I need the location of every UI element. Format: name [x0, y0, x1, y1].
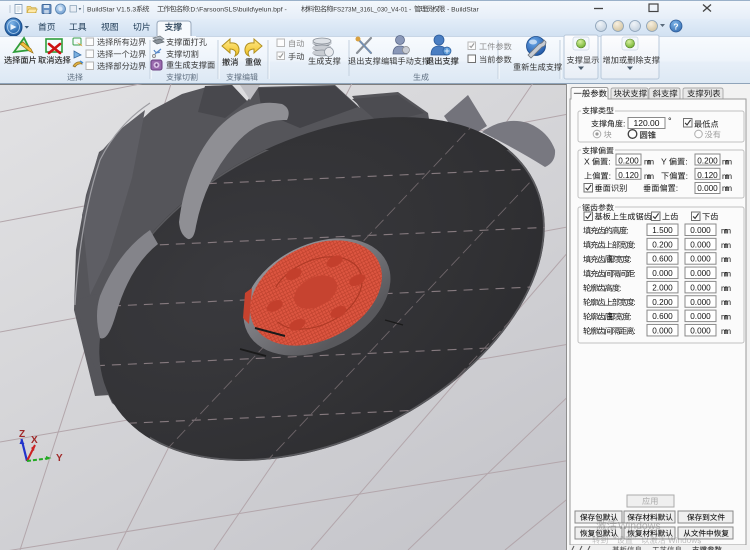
- svg-text:0.600: 0.600: [652, 312, 673, 321]
- svg-text::: :: [676, 183, 678, 193]
- svg-text::FS273M_316L_030_V4-01: :FS273M_316L_030_V4-01: [332, 7, 409, 14]
- svg-text::: :: [609, 171, 611, 181]
- svg-text::: :: [633, 240, 635, 250]
- svg-text:°: °: [668, 116, 672, 126]
- svg-text:0.000: 0.000: [697, 184, 718, 193]
- svg-text:m: m: [724, 270, 731, 279]
- svg-text:0.000: 0.000: [690, 226, 711, 235]
- svg-text:0.000: 0.000: [690, 269, 711, 278]
- svg-text:0.000: 0.000: [690, 283, 711, 292]
- svg-text:0.000: 0.000: [690, 312, 711, 321]
- svg-text:1.500: 1.500: [652, 226, 673, 235]
- svg-text::: :: [685, 157, 687, 167]
- svg-text::: :: [626, 226, 628, 236]
- svg-text:0.120: 0.120: [618, 171, 639, 180]
- svg-text:0.120: 0.120: [697, 171, 718, 180]
- svg-text:m: m: [724, 255, 731, 264]
- svg-text:m: m: [724, 313, 731, 322]
- svg-text:0.000: 0.000: [652, 326, 673, 335]
- svg-text::: :: [623, 119, 625, 129]
- svg-text:120.00: 120.00: [634, 118, 660, 128]
- svg-text:0.000: 0.000: [690, 298, 711, 307]
- svg-text:0.200: 0.200: [618, 157, 639, 166]
- svg-text:0.200: 0.200: [652, 240, 673, 249]
- svg-text:m: m: [725, 184, 732, 193]
- svg-text::: :: [633, 326, 635, 336]
- svg-text:BuildStar V1.5.3: BuildStar V1.5.3: [87, 7, 136, 14]
- svg-text:0.000: 0.000: [690, 326, 711, 335]
- svg-text::D:\FarsoonSLS\build\yelun.bpf: :D:\FarsoonSLS\build\yelun.bpf -: [189, 7, 287, 14]
- svg-text:0.000: 0.000: [690, 240, 711, 249]
- svg-text:m: m: [725, 158, 732, 167]
- svg-text::: :: [686, 171, 688, 181]
- svg-text:m: m: [724, 241, 731, 250]
- svg-text:0.600: 0.600: [652, 255, 673, 264]
- svg-text:2.000: 2.000: [652, 283, 673, 292]
- svg-text:-: -: [409, 7, 411, 14]
- svg-text:m: m: [725, 172, 732, 181]
- svg-text:Z: Z: [19, 429, 25, 440]
- svg-text:m: m: [647, 158, 654, 167]
- svg-text:X: X: [584, 157, 590, 167]
- svg-text:Windows: Windows: [668, 536, 701, 545]
- svg-text::: :: [633, 269, 635, 279]
- svg-text::: :: [633, 297, 635, 307]
- svg-text:0.200: 0.200: [697, 157, 718, 166]
- svg-text::: :: [629, 254, 631, 264]
- svg-text:Y: Y: [661, 157, 667, 167]
- svg-text:X: X: [31, 435, 38, 446]
- svg-text:Windows: Windows: [618, 520, 661, 532]
- svg-text:?: ?: [673, 22, 678, 32]
- svg-text:m: m: [724, 298, 731, 307]
- svg-text:m: m: [724, 284, 731, 293]
- svg-text::: :: [608, 157, 610, 167]
- svg-text:0.000: 0.000: [690, 255, 711, 264]
- svg-text:m: m: [647, 172, 654, 181]
- svg-text:Y: Y: [56, 453, 63, 464]
- svg-text:m: m: [724, 227, 731, 236]
- svg-text:0.000: 0.000: [652, 269, 673, 278]
- svg-text::: :: [629, 312, 631, 322]
- svg-text::: :: [619, 283, 621, 293]
- svg-text:m: m: [724, 327, 731, 336]
- svg-text:0.200: 0.200: [652, 298, 673, 307]
- svg-text:- BuildStar: - BuildStar: [447, 7, 479, 14]
